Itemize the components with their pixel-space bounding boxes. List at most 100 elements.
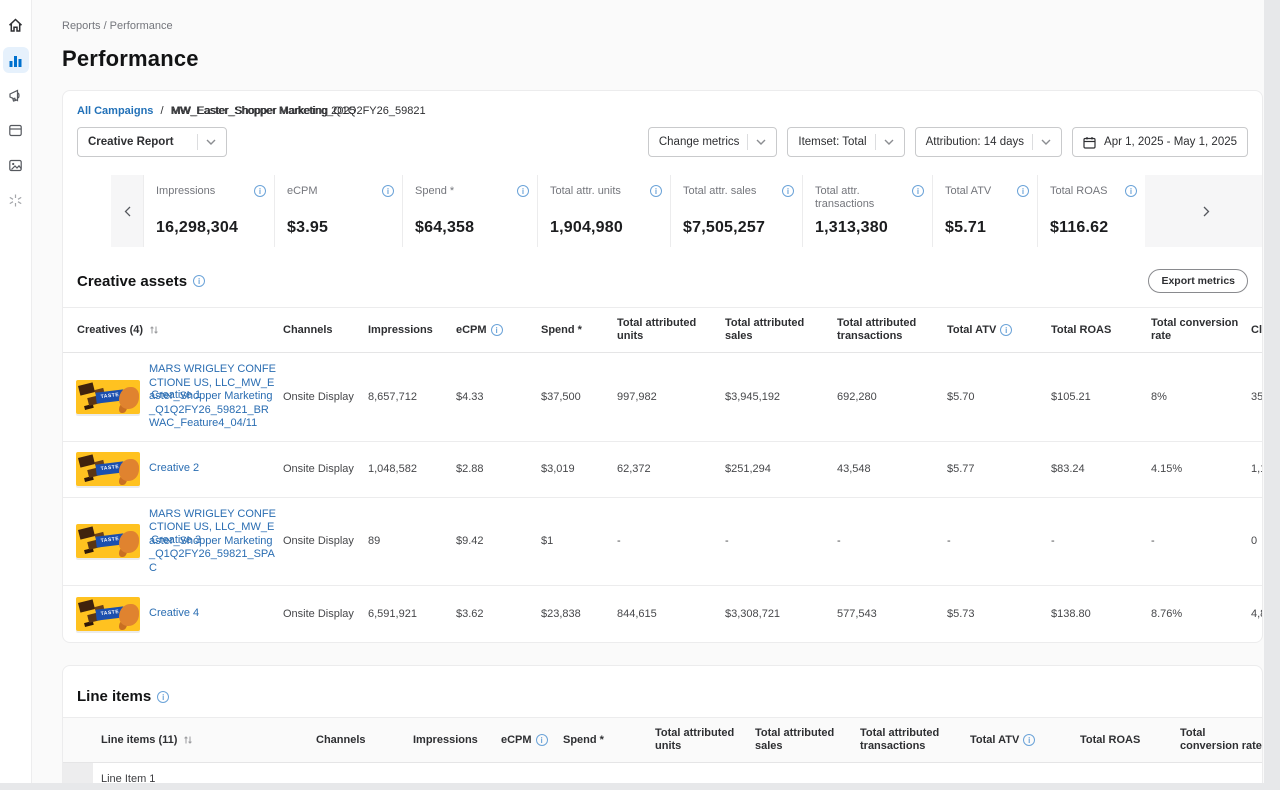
creative-thumbnail[interactable]: TASTE — [76, 452, 140, 486]
column-line-items[interactable]: Line items (11) — [93, 734, 316, 747]
sidebar-item-reports[interactable] — [3, 47, 29, 73]
line-item-name: Line Item 1 — [93, 773, 306, 784]
date-range-picker[interactable]: Apr 1, 2025 - May 1, 2025 — [1072, 127, 1248, 157]
report-type-select[interactable]: Creative Report — [77, 127, 227, 157]
spark-icon — [8, 193, 23, 208]
cell-roas: $138.80 — [1051, 608, 1151, 620]
info-icon[interactable] — [157, 691, 169, 703]
info-icon[interactable] — [1125, 185, 1137, 197]
bar-chart-icon — [8, 53, 23, 68]
column-sales[interactable]: Total attributed sales — [755, 727, 860, 753]
column-ecpm[interactable]: eCPM — [456, 324, 541, 337]
cell-spend: $23,838 — [541, 608, 617, 620]
sidebar-item-spark[interactable] — [3, 187, 29, 213]
info-icon[interactable] — [912, 185, 924, 197]
all-campaigns-link[interactable]: All Campaigns — [77, 105, 153, 117]
line-items-title: Line items — [77, 688, 151, 705]
sidebar-item-home[interactable] — [3, 12, 29, 38]
column-units[interactable]: Total attributed units — [655, 727, 755, 753]
cell-spend: $1 — [541, 535, 617, 547]
column-impressions[interactable]: Impressions — [368, 324, 456, 337]
info-icon[interactable] — [382, 185, 394, 197]
export-metrics-button[interactable]: Export metrics — [1148, 269, 1248, 293]
metric-card-total-attr-sales: Total attr. sales $7,505,257 — [670, 175, 802, 247]
column-roas[interactable]: Total ROAS — [1080, 734, 1180, 747]
column-conversion[interactable]: Total conversion rate — [1180, 727, 1263, 753]
metric-card-ecpm: eCPM $3.95 — [274, 175, 402, 247]
column-units[interactable]: Total attributed units — [617, 317, 725, 343]
column-spend[interactable]: Spend * — [563, 734, 655, 747]
row-expander-button[interactable] — [63, 763, 93, 783]
metrics-scroll-left-button[interactable] — [111, 175, 143, 247]
sidebar-item-campaigns[interactable] — [3, 82, 29, 108]
cell-spend: $3,019 — [541, 463, 617, 475]
info-icon[interactable] — [491, 324, 503, 336]
info-icon[interactable] — [650, 185, 662, 197]
cell-conversion: 8% — [1151, 391, 1251, 403]
table-row: Line Item 1 Duration: 03/31/2025 - 04/20… — [63, 763, 1262, 783]
breadcrumb: Reports / Performance — [62, 0, 1263, 32]
creative-link[interactable]: MARS WRIGLEY CONFECTIONE US, LLC_MW_East… — [149, 363, 276, 429]
column-channels[interactable]: Channels — [283, 324, 368, 337]
cell-sales: $3,308,721 — [725, 608, 837, 620]
table-row: TASTE Creative 2 Onsite Display 1,048,58… — [63, 442, 1262, 498]
megaphone-icon — [8, 88, 23, 103]
cell-spend: $37,500 — [541, 391, 617, 403]
sidebar-item-media[interactable] — [3, 152, 29, 178]
info-icon[interactable] — [193, 275, 205, 287]
creative-link[interactable]: Creative 2 — [149, 462, 199, 474]
cell-transactions: - — [837, 535, 947, 547]
page-title: Performance — [62, 46, 1263, 72]
info-icon[interactable] — [1000, 324, 1012, 336]
creative-thumbnail[interactable]: TASTE — [76, 597, 140, 631]
info-icon[interactable] — [254, 185, 266, 197]
app-window: Reports / Performance Performance All Ca… — [0, 0, 1264, 783]
cell-sales: $251,294 — [725, 463, 837, 475]
attribution-dropdown[interactable]: Attribution: 14 days — [915, 127, 1062, 157]
metrics-scroll-right-button[interactable] — [1145, 175, 1262, 247]
creative-thumbnail[interactable]: TASTE — [76, 524, 140, 558]
creative-thumbnail[interactable]: TASTE — [76, 380, 140, 414]
report-toolbar: All Campaigns / MW_Easter_Shopper Market… — [63, 91, 1262, 157]
info-icon[interactable] — [517, 185, 529, 197]
info-icon[interactable] — [1017, 185, 1029, 197]
info-icon[interactable] — [536, 734, 548, 746]
cell-clicks: 35, — [1251, 391, 1263, 403]
cell-ecpm: $2.88 — [456, 463, 541, 475]
cell-channel: Onsite Display — [283, 391, 368, 403]
column-impressions[interactable]: Impressions — [413, 734, 501, 747]
creative-link[interactable]: Creative 4 — [149, 607, 199, 619]
metric-card-total-roas: Total ROAS $116.62 — [1037, 175, 1145, 247]
cell-channel: Onsite Display — [283, 535, 368, 547]
cell-roas: - — [1051, 535, 1151, 547]
column-atv[interactable]: Total ATV — [947, 324, 1051, 337]
column-spend[interactable]: Spend * — [541, 324, 617, 337]
column-atv[interactable]: Total ATV — [970, 734, 1080, 747]
sidebar — [0, 0, 32, 783]
cell-clicks: 1,13 — [1251, 463, 1263, 475]
cell-units: 62,372 — [617, 463, 725, 475]
column-roas[interactable]: Total ROAS — [1051, 324, 1151, 337]
line-items-card: Line items Line items (11) Channels Impr… — [62, 665, 1263, 783]
cell-units: 844,615 — [617, 608, 725, 620]
change-metrics-dropdown[interactable]: Change metrics — [648, 127, 778, 157]
column-creatives[interactable]: Creatives (4) — [63, 324, 283, 337]
creative-link[interactable]: MARS WRIGLEY CONFECTIONE US, LLC_MW_East… — [149, 508, 276, 574]
column-ecpm[interactable]: eCPM — [501, 734, 563, 747]
column-transactions[interactable]: Total attributed transactions — [837, 317, 947, 343]
column-conversion[interactable]: Total conversion rate — [1151, 317, 1251, 343]
creative-assets-table-header: Creatives (4) Channels Impressions eCPM … — [63, 307, 1262, 353]
cell-impressions: 6,591,921 — [368, 608, 456, 620]
column-channels[interactable]: Channels — [316, 734, 413, 747]
itemset-dropdown[interactable]: Itemset: Total — [787, 127, 904, 157]
column-transactions[interactable]: Total attributed transactions — [860, 727, 970, 753]
metric-card-total-attr-units: Total attr. units 1,904,980 — [537, 175, 670, 247]
cell-roas: $105.21 — [1051, 391, 1151, 403]
info-icon[interactable] — [782, 185, 794, 197]
column-sales[interactable]: Total attributed sales — [725, 317, 837, 343]
table-row: TASTE Creative 4 Onsite Display 6,591,92… — [63, 586, 1262, 642]
column-clicks[interactable]: Clicks — [1251, 324, 1263, 337]
sidebar-item-pages[interactable] — [3, 117, 29, 143]
cell-units: 997,982 — [617, 391, 725, 403]
info-icon[interactable] — [1023, 734, 1035, 746]
